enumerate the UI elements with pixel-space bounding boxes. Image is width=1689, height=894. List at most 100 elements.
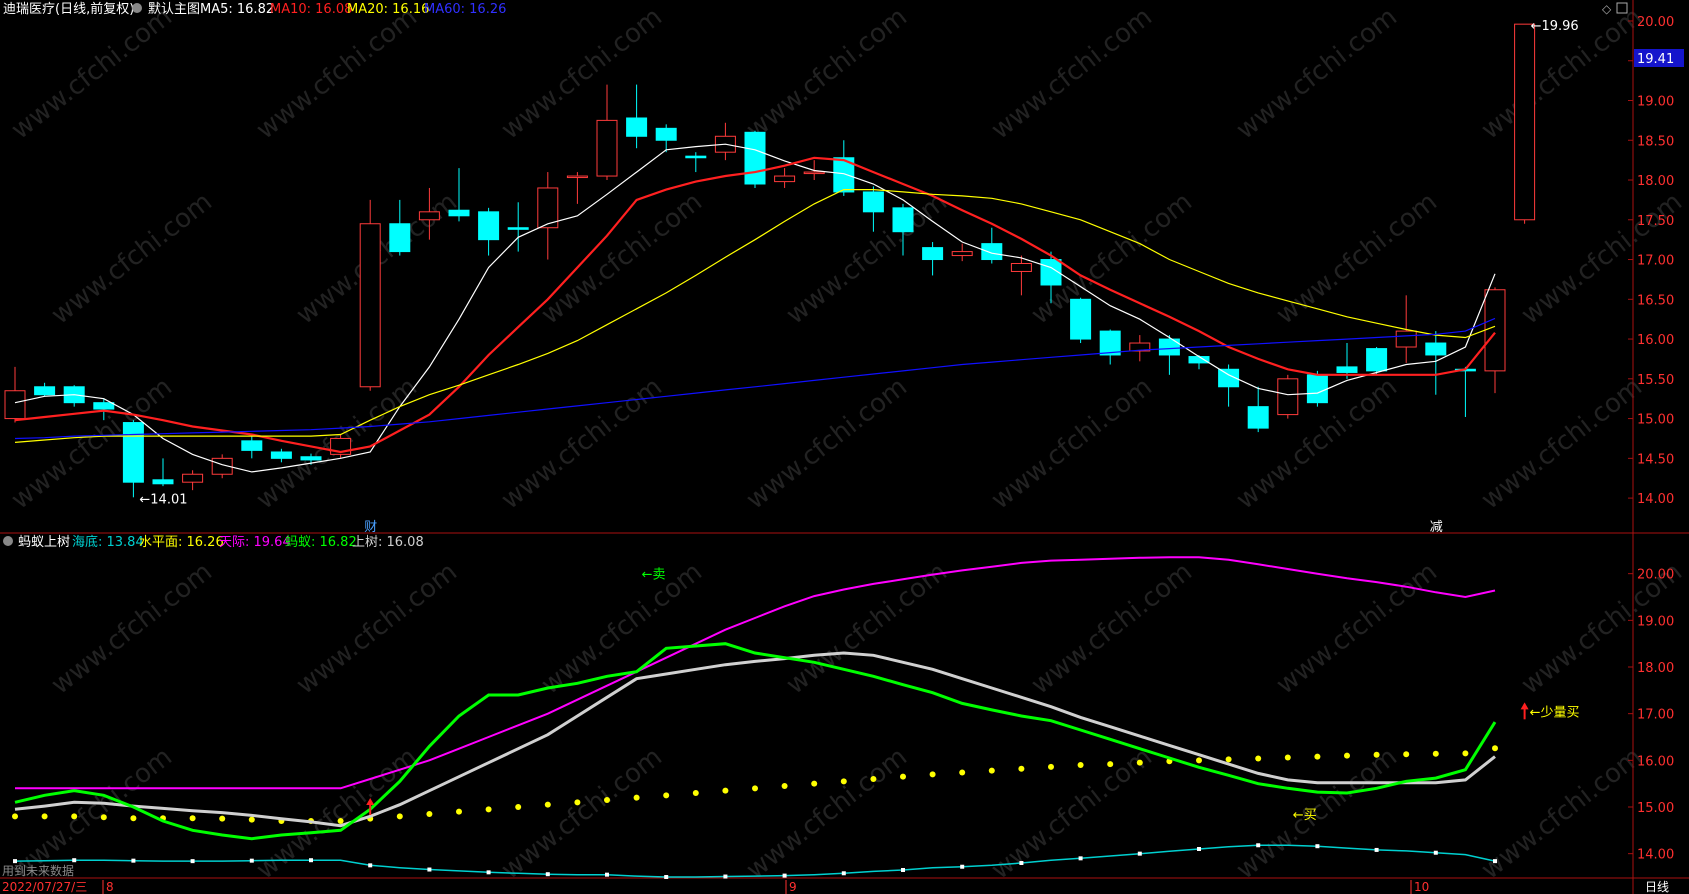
candle-body[interactable] bbox=[803, 171, 825, 175]
month-label-9: 9 bbox=[789, 880, 797, 894]
y-tick-label: 14.50 bbox=[1637, 452, 1674, 467]
event-label[interactable]: 减 bbox=[1430, 520, 1443, 535]
indicator-legend: 蚂蚁上树 海底: 13.84 水平面: 16.26 天际: 19.64 蚂蚁: … bbox=[3, 534, 424, 550]
tianji-label: 天际: 19.64 bbox=[219, 535, 291, 550]
candle-body[interactable] bbox=[1514, 23, 1536, 221]
candle-body[interactable] bbox=[1247, 406, 1269, 429]
shuiping-dot bbox=[870, 776, 877, 782]
haidi-marker bbox=[13, 859, 17, 864]
candle-body[interactable] bbox=[1188, 356, 1210, 364]
candle-body[interactable] bbox=[566, 175, 588, 179]
candle-body[interactable] bbox=[300, 456, 322, 461]
shuiping-dot bbox=[485, 806, 492, 813]
month-label-8: 8 bbox=[106, 880, 114, 894]
shuiping-dot bbox=[988, 767, 995, 774]
shuiping-dot bbox=[604, 797, 610, 803]
main-legend: 迪瑞医疗(日线,前复权) 默认主图 MA5: 16.82 MA10: 16.08… bbox=[3, 1, 506, 17]
candle-body[interactable] bbox=[1336, 366, 1358, 373]
candle-body[interactable] bbox=[892, 207, 914, 233]
shuiping-dot bbox=[1255, 755, 1262, 762]
haidi-marker bbox=[1197, 847, 1201, 851]
current-price-value: 19.41 bbox=[1637, 52, 1674, 67]
shuiping-dot bbox=[130, 815, 137, 822]
haidi-marker bbox=[1256, 843, 1261, 848]
candle-body[interactable] bbox=[596, 119, 618, 177]
candle-body[interactable] bbox=[152, 479, 174, 485]
haidi-marker bbox=[1019, 861, 1024, 865]
candle-body[interactable] bbox=[182, 473, 204, 483]
candle-body[interactable] bbox=[1484, 289, 1506, 372]
indicator-settings-icon[interactable] bbox=[3, 536, 13, 546]
shuiping-dot bbox=[1462, 750, 1469, 757]
candle-body[interactable] bbox=[951, 251, 973, 257]
candle-body[interactable] bbox=[34, 386, 56, 396]
shuiping-dot bbox=[1225, 756, 1232, 763]
haidi-marker bbox=[1137, 851, 1142, 856]
candle-body[interactable] bbox=[744, 131, 766, 185]
y-tick-label: 15.00 bbox=[1637, 801, 1674, 816]
shuiping-dot bbox=[1048, 763, 1054, 770]
shuiping-dot bbox=[1077, 762, 1084, 768]
candle-body[interactable] bbox=[478, 211, 500, 241]
period-label[interactable]: 日线 bbox=[1645, 880, 1669, 894]
candle-body[interactable] bbox=[241, 440, 263, 451]
y-tick-label: 16.50 bbox=[1637, 293, 1674, 308]
candle-body[interactable] bbox=[93, 402, 115, 410]
haidi-marker bbox=[368, 863, 373, 868]
y-tick-label: 18.00 bbox=[1637, 174, 1674, 189]
candle-body[interactable] bbox=[862, 191, 884, 213]
haidi-marker bbox=[1078, 856, 1083, 861]
candle-body[interactable] bbox=[1366, 348, 1388, 372]
shuiping-dot bbox=[752, 785, 758, 792]
shuiping-dot bbox=[189, 815, 196, 822]
candle-body[interactable] bbox=[448, 209, 470, 217]
shuiping-dot bbox=[426, 811, 433, 817]
candle-body[interactable] bbox=[1277, 378, 1299, 416]
candle-body[interactable] bbox=[981, 243, 1003, 261]
haidi-marker bbox=[545, 872, 550, 877]
haidi-label: 海底: 13.84 bbox=[72, 534, 144, 550]
haidi-marker bbox=[605, 872, 609, 877]
haidi-marker bbox=[486, 870, 491, 875]
shuiping-dot bbox=[1344, 752, 1350, 759]
candle-body[interactable] bbox=[626, 117, 648, 137]
candle-body[interactable] bbox=[655, 127, 677, 141]
candle-body[interactable] bbox=[1010, 263, 1032, 272]
candle-body[interactable] bbox=[270, 451, 292, 459]
shuiping-dot bbox=[248, 816, 255, 823]
shuiping-dot bbox=[574, 799, 581, 806]
candle-body[interactable] bbox=[359, 223, 381, 388]
shuiping-dot bbox=[1373, 751, 1380, 758]
shuiping-dot bbox=[692, 790, 699, 796]
candle-body[interactable] bbox=[122, 422, 144, 483]
candle-body[interactable] bbox=[774, 175, 796, 183]
shuiping-dot bbox=[900, 773, 906, 780]
y-tick-label: 14.00 bbox=[1637, 492, 1674, 507]
shuiping-dot bbox=[396, 813, 403, 820]
candle-body[interactable] bbox=[4, 390, 26, 420]
diamond-icon[interactable]: ◇ bbox=[1602, 2, 1612, 16]
event-label[interactable]: 财 bbox=[364, 520, 377, 535]
candle-body[interactable] bbox=[922, 247, 944, 261]
shuiping-dot bbox=[1018, 765, 1025, 772]
candle-body[interactable] bbox=[418, 211, 440, 221]
y-tick-label: 19.00 bbox=[1637, 94, 1674, 109]
shuiping-dot bbox=[959, 769, 966, 776]
shuiping-dot bbox=[811, 780, 818, 787]
indicator-name[interactable]: 蚂蚁上树 bbox=[18, 535, 70, 550]
candle-body[interactable] bbox=[389, 223, 411, 253]
candle-body[interactable] bbox=[1070, 298, 1092, 340]
kline-chart-canvas[interactable]: www.cfchi.com www.cfchi.com www.cfchi.com w… bbox=[0, 0, 1689, 894]
main-chart-label[interactable]: 默认主图 bbox=[148, 1, 200, 17]
candle-body[interactable] bbox=[685, 155, 707, 159]
candle-body[interactable] bbox=[1306, 374, 1328, 404]
candle-body[interactable] bbox=[1099, 330, 1121, 356]
y-tick-label: 18.50 bbox=[1637, 134, 1674, 149]
shuiping-dot bbox=[544, 801, 551, 808]
settings-dot-icon[interactable] bbox=[132, 3, 142, 13]
candle-body[interactable] bbox=[1395, 330, 1417, 348]
candle-body[interactable] bbox=[507, 227, 529, 230]
shuiping-dot bbox=[12, 813, 18, 820]
candle-body[interactable] bbox=[1425, 342, 1447, 356]
haidi-marker bbox=[249, 858, 254, 863]
